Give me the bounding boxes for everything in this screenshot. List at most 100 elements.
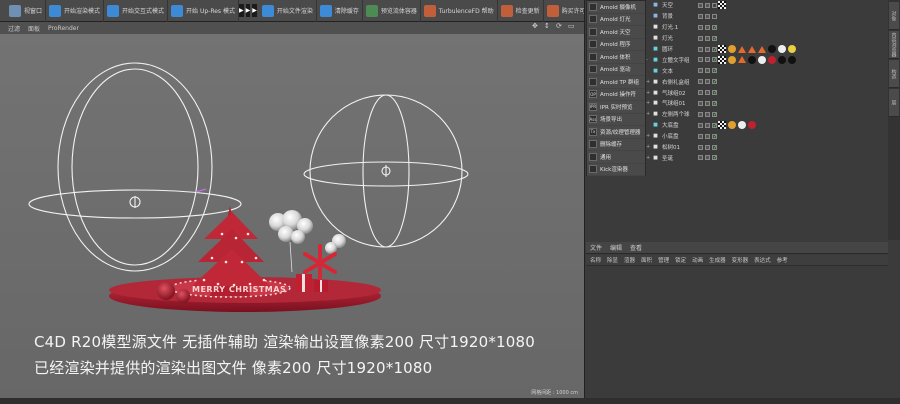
toolbar-item[interactable]: 视窗口 xyxy=(6,0,47,22)
material-tag-icon[interactable] xyxy=(728,45,736,53)
layer-flag[interactable] xyxy=(698,35,703,41)
object-row[interactable]: ■ 灯光 ✓ xyxy=(646,33,888,44)
layer-flag[interactable] xyxy=(698,122,703,128)
attribute-column-header[interactable]: 动画 xyxy=(692,256,703,264)
material-tag-icon[interactable] xyxy=(748,121,756,130)
visibility-flags[interactable]: ✓ xyxy=(698,68,717,74)
visibility-dots-icon[interactable] xyxy=(705,2,710,8)
play-icon[interactable]: ▶ xyxy=(245,4,251,17)
material-tag-icon[interactable] xyxy=(758,55,766,64)
arnold-menu-item[interactable]: Arnold 灯光 xyxy=(587,14,645,26)
rotate-view-icon[interactable]: ⟳ xyxy=(556,22,564,30)
attribute-column-header[interactable]: 名称 xyxy=(590,256,601,264)
attribute-column-header[interactable]: 管理 xyxy=(658,256,669,264)
object-row[interactable]: ■ 背景 xyxy=(646,11,888,22)
arnold-menu-item[interactable]: Tx 资源/纹理管理器 xyxy=(587,126,645,139)
object-name[interactable]: 松树01 xyxy=(662,143,702,151)
material-tag-icon[interactable] xyxy=(718,55,726,64)
enable-check-icon[interactable]: ✓ xyxy=(712,133,717,139)
attr-tab-edit[interactable]: 编辑 xyxy=(610,243,622,252)
object-row[interactable]: ■ 圆环 ✓ xyxy=(646,44,888,55)
layer-flag[interactable] xyxy=(698,46,703,52)
arnold-menu-item[interactable]: Arnold 体积 xyxy=(587,51,645,64)
layer-flag[interactable] xyxy=(698,144,703,150)
material-tag-icon[interactable] xyxy=(738,56,746,64)
move-view-icon[interactable]: ✥ xyxy=(532,22,540,30)
object-name[interactable]: 立體文字组 xyxy=(662,56,702,64)
visibility-flags[interactable] xyxy=(698,13,717,19)
material-tag-icon[interactable] xyxy=(738,45,746,53)
object-row[interactable]: + ■ 松树01 ✓ xyxy=(646,142,888,153)
visibility-flags[interactable]: ✓ xyxy=(698,111,717,117)
material-tag-icon[interactable] xyxy=(718,1,726,10)
enable-check-icon[interactable]: ✓ xyxy=(712,79,717,85)
arnold-menu-item[interactable]: OP Arnold 操作符 xyxy=(587,89,645,101)
visibility-dots-icon[interactable] xyxy=(705,133,710,139)
toolbar-item[interactable]: 开始渲染模式 xyxy=(46,0,105,22)
object-name[interactable]: 天空 xyxy=(662,1,702,9)
toolbar-item[interactable]: 开始文件渲染 xyxy=(259,0,317,22)
visibility-flags[interactable]: ✓ xyxy=(698,90,717,96)
material-tag-icon[interactable] xyxy=(728,121,736,130)
visibility-flags[interactable]: ✓ xyxy=(698,46,717,52)
object-name[interactable]: 圆环 xyxy=(662,45,702,53)
layer-flag[interactable] xyxy=(698,57,703,63)
side-tab-layers[interactable]: 层 xyxy=(889,89,899,117)
enable-check-icon[interactable] xyxy=(712,2,717,8)
layer-flag[interactable] xyxy=(698,100,703,106)
arnold-menu-item[interactable]: Arnold TP 群组 xyxy=(587,76,645,89)
enable-check-icon[interactable]: ✓ xyxy=(712,122,717,128)
layer-flag[interactable] xyxy=(698,155,703,161)
attribute-column-header[interactable]: 锁定 xyxy=(675,256,686,264)
object-row[interactable]: ■ 大底盘 ✓ xyxy=(646,120,888,131)
material-tag-icon[interactable] xyxy=(748,55,756,64)
visibility-dots-icon[interactable] xyxy=(705,79,710,85)
attribute-column-header[interactable]: 参考 xyxy=(777,256,788,264)
material-tag-icon[interactable] xyxy=(738,121,746,130)
layer-flag[interactable] xyxy=(698,90,703,96)
object-row[interactable]: + ■ 气球组02 ✓ xyxy=(646,87,888,98)
toolbar-item[interactable]: 开始交互式模式 xyxy=(104,0,169,22)
object-name[interactable]: 小底盘 xyxy=(662,132,702,140)
layer-flag[interactable] xyxy=(698,68,703,74)
visibility-flags[interactable]: ✓ xyxy=(698,24,717,30)
layer-flag[interactable] xyxy=(698,24,703,30)
attr-tab-file[interactable]: 文件 xyxy=(590,243,602,252)
visibility-flags[interactable]: ✓ xyxy=(698,155,717,161)
material-tag-icon[interactable] xyxy=(788,55,796,64)
material-tag-icon[interactable] xyxy=(778,55,786,64)
material-tag-icon[interactable] xyxy=(718,121,726,130)
object-row[interactable]: ■ 灯光.1 ✓ xyxy=(646,22,888,33)
layer-flag[interactable] xyxy=(698,2,703,8)
play-icon[interactable]: ▶ xyxy=(252,4,257,17)
menu-filter[interactable]: 过滤 xyxy=(8,24,20,33)
toolbar-item[interactable]: 开始 Up-Res 模式 xyxy=(168,0,239,22)
object-row[interactable]: + ■ 气球组01 ✓ xyxy=(646,98,888,109)
arnold-menu-item[interactable]: Arnold 摄像机 xyxy=(587,1,645,14)
maximize-view-icon[interactable]: ▭ xyxy=(568,22,576,30)
material-tag-icon[interactable] xyxy=(758,45,766,53)
attr-tab-view[interactable]: 查看 xyxy=(630,243,642,252)
play-icon[interactable]: ▶ xyxy=(238,4,244,17)
visibility-dots-icon[interactable] xyxy=(705,144,710,150)
arnold-menu-item[interactable]: Arnold 程序 xyxy=(587,39,645,51)
visibility-flags[interactable]: ✓ xyxy=(698,133,717,139)
visibility-flags[interactable]: ✓ xyxy=(698,122,717,128)
object-name[interactable]: 气球组02 xyxy=(662,89,702,97)
toolbar-item[interactable]: 预览流体容器 xyxy=(363,0,421,22)
visibility-dots-icon[interactable] xyxy=(705,68,710,74)
enable-check-icon[interactable]: ✓ xyxy=(712,90,717,96)
visibility-flags[interactable]: ✓ xyxy=(698,57,717,63)
object-row[interactable]: + ■ 圣诞 ✓ xyxy=(646,152,888,163)
side-tab-content-browser[interactable]: 内容浏览器 xyxy=(889,31,899,59)
object-name[interactable]: 背景 xyxy=(662,12,702,20)
layer-flag[interactable] xyxy=(698,111,703,117)
visibility-dots-icon[interactable] xyxy=(705,90,710,96)
arnold-menu-item[interactable]: 通用 xyxy=(587,151,645,164)
arnold-menu-item[interactable]: Ass 场景导出 xyxy=(587,114,645,126)
layer-flag[interactable] xyxy=(698,13,703,19)
toolbar-item[interactable]: TurbulenceFD 帮助 xyxy=(421,0,498,22)
enable-check-icon[interactable]: ✓ xyxy=(712,100,717,106)
toolbar-item[interactable]: 检查更新 xyxy=(498,0,544,22)
enable-check-icon[interactable]: ✓ xyxy=(712,35,717,41)
